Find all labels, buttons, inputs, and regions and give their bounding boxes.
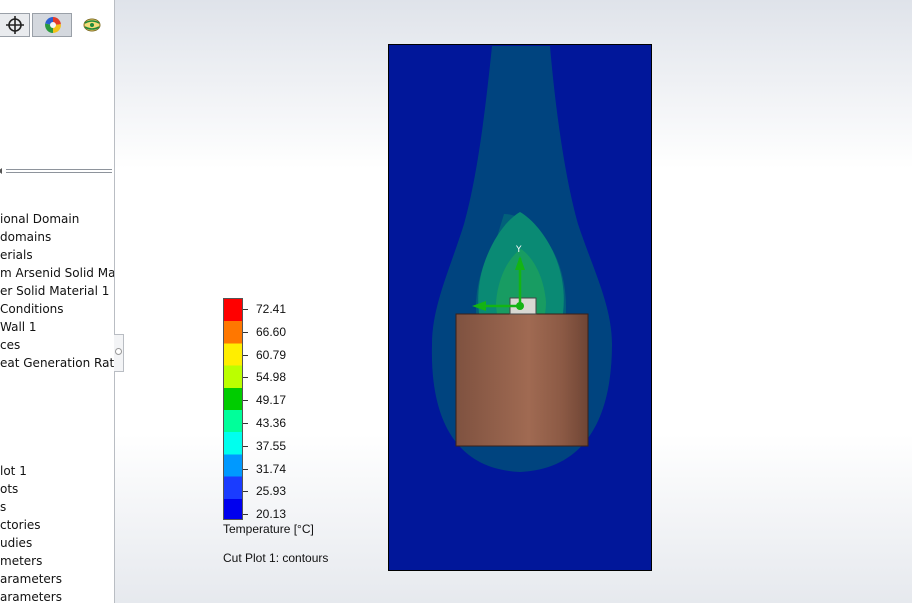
panel-tab-bar xyxy=(0,10,114,40)
temperature-legend: 72.41 66.60 60.79 54.98 49.17 43.36 37.55 31.74… xyxy=(223,298,363,578)
tree-item-parameters-2[interactable]: arameters xyxy=(0,570,62,588)
tree-item-materials[interactable]: erials xyxy=(0,246,33,264)
tree-item-subdomains[interactable]: domains xyxy=(0,228,51,246)
legend-tick xyxy=(243,331,248,333)
tree-item-parameters-3[interactable]: arameters xyxy=(0,588,62,603)
legend-value-label: 31.74 xyxy=(256,461,287,476)
legend-value-label: 54.98 xyxy=(256,370,287,385)
legend-title: Temperature [°C] xyxy=(223,522,314,536)
tree-item-trajectories[interactable]: ctories xyxy=(0,516,41,534)
tree-item-computational-domain[interactable]: ional Domain xyxy=(0,210,79,228)
splitter-arrow-icon xyxy=(0,168,2,174)
feature-manager-panel: ional Domain domains erials m Arsenid So… xyxy=(0,0,115,603)
plot-name[interactable]: Cut Plot 1: contours xyxy=(223,551,328,565)
graphics-viewport[interactable]: Y xyxy=(387,43,653,572)
legend-tick xyxy=(243,377,248,379)
legend-tick xyxy=(243,468,248,470)
tree-item-studies[interactable]: udies xyxy=(0,534,32,552)
crosshair-icon xyxy=(6,16,24,38)
legend-value-label: 60.79 xyxy=(256,347,287,362)
legend-value-label: 25.93 xyxy=(256,484,287,499)
legend-tick xyxy=(243,400,248,402)
legend-tick xyxy=(243,514,248,516)
tree-item-sources[interactable]: ces xyxy=(0,336,20,354)
panel-flyout-handle[interactable] xyxy=(114,334,124,372)
legend-value-label: 20.13 xyxy=(256,507,287,522)
panel-splitter[interactable] xyxy=(0,168,114,176)
flow-results-icon xyxy=(82,18,102,38)
legend-value-label: 72.41 xyxy=(256,302,287,316)
legend-value-label: 37.55 xyxy=(256,438,287,453)
svg-text:Y: Y xyxy=(515,245,522,255)
legend-tick xyxy=(243,491,248,493)
tab-flow-simulation[interactable] xyxy=(82,16,104,36)
tree-item-boundary-conditions[interactable]: Conditions xyxy=(0,300,64,318)
legend-value-label: 49.17 xyxy=(256,393,287,408)
legend-tick xyxy=(243,309,248,310)
legend-value-label: 66.60 xyxy=(256,324,287,339)
tree-item-cut-plot[interactable]: lot 1 xyxy=(0,462,27,480)
appearance-icon xyxy=(44,16,62,38)
tree-item-plots[interactable]: ots xyxy=(0,480,18,498)
tab-dimxpert[interactable] xyxy=(0,13,30,37)
tree-item-s[interactable]: s xyxy=(0,498,6,516)
cut-plot-contours: Y xyxy=(387,43,653,572)
legend-tick xyxy=(243,445,248,447)
tree-item-parameters-1[interactable]: meters xyxy=(0,552,42,570)
tree-item-copper-material[interactable]: er Solid Material 1 xyxy=(0,282,109,300)
legend-tick xyxy=(243,423,248,424)
legend-tick xyxy=(243,354,248,356)
tab-display-manager[interactable] xyxy=(32,13,72,37)
legend-color-bar xyxy=(223,298,243,520)
tree-item-gaas-material[interactable]: m Arsenid Solid Mate xyxy=(0,264,114,282)
legend-value-label: 43.36 xyxy=(256,416,287,430)
handle-dot-icon xyxy=(115,348,122,355)
tree-item-wall[interactable]: Wall 1 xyxy=(0,318,37,336)
tree-item-heat-generation[interactable]: eat Generation Rate 1 xyxy=(0,354,114,372)
heat-sink-block[interactable] xyxy=(455,313,589,447)
